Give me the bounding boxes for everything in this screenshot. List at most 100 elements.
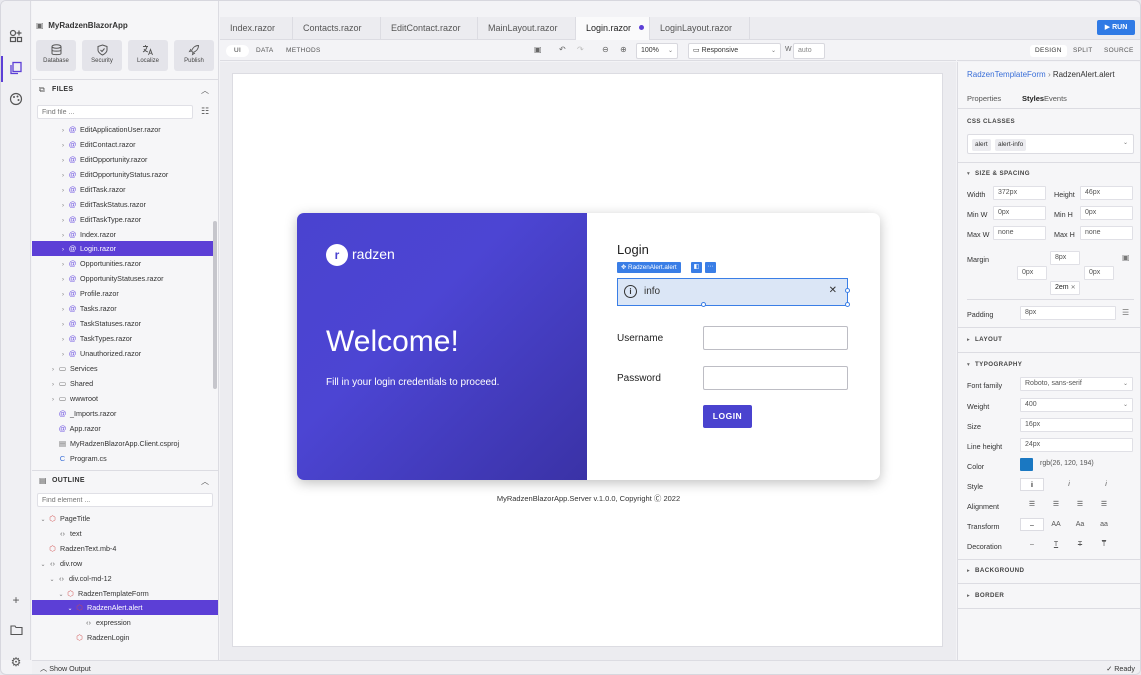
outline-section-header[interactable]: ▤ OUTLINE ︿ [32,470,219,490]
outline-item[interactable]: ⌄ ⬡ PageTitle [32,511,214,526]
view-split[interactable]: SPLIT [1068,45,1098,57]
tree-item-file[interactable]: › @ EditApplicationUser.razor [32,122,214,137]
tree-item-file[interactable]: › @ Profile.razor [32,286,214,301]
tree-item-file[interactable]: › @ Tasks.razor [32,301,214,316]
font-size-input[interactable]: 16px [1020,418,1133,432]
component-more-icon[interactable]: ⋯ [705,262,716,273]
folder-open-icon[interactable] [8,624,24,640]
outline-item[interactable]: ⬡ RadzenText.mb-4 [32,541,214,556]
tree-item-file[interactable]: @ App.razor [32,421,214,436]
style-italic-button[interactable]: i [1057,478,1081,491]
tab-styles[interactable]: Styles [1022,94,1044,103]
min-height-input[interactable]: 0px [1080,206,1133,220]
padding-expand-icon[interactable]: ☰ [1122,308,1129,317]
border-header[interactable]: ▸ BORDER [967,592,1004,599]
align-justify-icon[interactable]: ☰ [1092,498,1116,511]
resize-handle-right[interactable] [845,288,850,293]
tree-item-file[interactable]: › @ Opportunities.razor [32,256,214,271]
clear-icon[interactable]: ✕ [1071,285,1076,291]
margin-left-input[interactable]: 0px [1017,266,1047,280]
tab-index[interactable]: Index.razor [220,17,293,40]
tree-item-file[interactable]: › @ OpportunityStatuses.razor [32,271,214,286]
tree-item-file[interactable]: › @ EditTask.razor [32,182,214,197]
decoration-overline-icon[interactable]: T [1092,538,1116,551]
padding-input[interactable]: 8px [1020,306,1116,320]
layout-header[interactable]: ▸ LAYOUT [967,336,1002,343]
css-classes-select[interactable]: alert alert-info ⌄ [967,134,1134,154]
font-family-select[interactable]: Roboto, sans-serif ⌄ [1020,377,1133,391]
palette-icon[interactable] [8,92,24,108]
tree-item-file[interactable]: › @ Unauthorized.razor [32,346,214,361]
tree-item-file[interactable]: › @ EditContact.razor [32,137,214,152]
zoom-in-icon[interactable]: ⊕ [620,45,627,54]
view-source[interactable]: SOURCE [1099,45,1139,57]
tree-item-folder[interactable]: › ▭ wwwroot [32,391,214,406]
tree-item-file-selected[interactable]: › @ Login.razor [32,241,214,256]
width-input[interactable]: auto [793,43,825,59]
localize-button[interactable]: Localize [128,40,168,71]
publish-button[interactable]: Publish [174,40,214,71]
decoration-strikethrough-icon[interactable]: T [1068,538,1092,551]
mode-methods[interactable]: METHODS [278,45,329,57]
security-button[interactable]: Security [82,40,122,71]
outline-item[interactable]: ‹› expression [32,615,214,630]
resize-handle-corner[interactable] [845,302,850,307]
transform-lowercase-button[interactable]: aa [1092,518,1116,531]
outline-item[interactable]: ⌄ ‹› div.col-md-12 [32,571,214,586]
tree-item-file[interactable]: ▤ MyRadzenBlazorApp.Client.csproj [32,436,214,451]
outline-item[interactable]: ⌄ ‹› div.row [32,556,214,571]
run-button[interactable]: ▶ RUN [1097,20,1135,35]
align-center-icon[interactable]: ☰ [1044,498,1068,511]
tree-item-file[interactable]: › @ EditTaskStatus.razor [32,197,214,212]
outline-item[interactable]: ⬡ RadzenLogin [32,630,214,645]
decoration-none-icon[interactable]: – [1020,538,1044,551]
alert-info[interactable]: i info ✕ [617,278,848,306]
tab-login-layout[interactable]: LoginLayout.razor [650,17,750,40]
find-file-input[interactable] [37,105,193,119]
undo-icon[interactable]: ↶ [559,45,566,54]
tree-item-file[interactable]: › @ EditOpportunityStatus.razor [32,167,214,182]
style-normal-button[interactable]: i [1020,478,1044,491]
tab-edit-contact[interactable]: EditContact.razor [381,17,478,40]
save-icon[interactable]: ▣ [534,45,542,54]
margin-link-icon[interactable]: ▣ [1122,253,1130,262]
width-input[interactable]: 372px [993,186,1046,200]
css-class-chip[interactable]: alert-info [995,139,1027,151]
files-section-header[interactable]: ⧉ FILES ︿ [32,79,219,99]
margin-bottom-input[interactable]: 2em ✕ [1050,281,1080,295]
design-canvas[interactable]: r radzen Welcome! Fill in your login cred… [232,73,943,647]
transform-none-icon[interactable]: – [1020,518,1044,531]
max-width-input[interactable]: none [993,226,1046,240]
tree-item-folder[interactable]: › ▭ Services [32,361,214,376]
component-settings-icon[interactable]: ◧ [691,262,702,273]
margin-top-input[interactable]: 8px [1050,251,1080,265]
tab-events[interactable]: Events [1044,94,1067,103]
find-element-input[interactable] [37,493,213,507]
components-icon[interactable] [8,29,24,45]
outline-item[interactable]: ‹› text [32,526,214,541]
transform-capitalize-button[interactable]: Aa [1068,518,1092,531]
zoom-out-icon[interactable]: ⊖ [602,45,609,54]
height-input[interactable]: 46px [1080,186,1133,200]
tree-item-folder[interactable]: › ▭ Shared [32,376,214,391]
tree-item-file[interactable]: › @ Index.razor [32,227,214,242]
zoom-select[interactable]: 100% ⌄ [636,43,678,59]
breadcrumb-parent[interactable]: RadzenTemplateForm [967,70,1046,79]
typography-header[interactable]: ▾ TYPOGRAPHY [967,361,1022,368]
css-class-chip[interactable]: alert [972,139,991,151]
username-input[interactable] [703,326,848,350]
chevron-up-icon[interactable]: ︿ [201,476,209,487]
min-width-input[interactable]: 0px [993,206,1046,220]
database-button[interactable]: Database [36,40,76,71]
tab-login[interactable]: Login.razor [576,17,650,40]
color-value[interactable]: rgb(26, 120, 194) [1036,458,1133,472]
color-swatch[interactable] [1020,458,1033,471]
mode-ui[interactable]: UI [226,45,250,57]
resize-handle-bottom[interactable] [701,302,706,307]
close-icon[interactable]: ✕ [829,285,837,296]
tree-item-file[interactable]: › @ EditTaskType.razor [32,212,214,227]
add-icon[interactable]: + [8,592,24,608]
outline-item-selected[interactable]: ⌄ ⬡ RadzenAlert.alert [32,600,218,615]
align-left-icon[interactable]: ☰ [1020,498,1044,511]
outline-item[interactable]: ⌄ ⬡ RadzenTemplateForm [32,586,214,601]
